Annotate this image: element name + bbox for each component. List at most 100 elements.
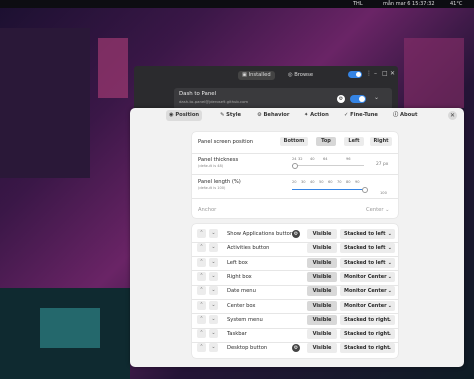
about-icon: ⓘ [393, 112, 400, 118]
element-position-dropdown[interactable]: Stacked to left ⌄ [340, 243, 395, 254]
chevron-down-icon: ⌄ [387, 245, 392, 252]
input-method-indicator[interactable]: THL [353, 1, 363, 7]
move-down-arrow-icon[interactable]: ⌄ [209, 343, 218, 353]
move-down-arrow-icon[interactable]: ⌄ [209, 229, 218, 238]
global-toggle[interactable] [348, 71, 362, 78]
element-position-dropdown[interactable]: Stacked to right ⌄ [340, 329, 395, 340]
element-name: Date menu [227, 288, 256, 295]
position-bottom-button[interactable]: Bottom [280, 137, 308, 146]
move-down-arrow-icon[interactable]: ⌄ [209, 300, 218, 310]
move-down-arrow-icon[interactable]: ⌄ [209, 286, 218, 296]
panel-element-row: ⌃ ⌄ System menu Visible Stacked to right ⌄ [192, 314, 398, 328]
panel-element-row: ⌃ ⌄ Right box Visible Monitor Center ⌄ [192, 271, 398, 285]
panel-element-row: ⌃ ⌄ Desktop button ⚙ Visible Stacked to right… [192, 342, 398, 356]
position-right-button[interactable]: Right [370, 137, 392, 146]
position-left-button[interactable]: Left [344, 137, 364, 146]
visibility-toggle[interactable]: Visible [307, 314, 337, 325]
tab-browse[interactable]: ◎ Browse [284, 71, 317, 80]
element-position-dropdown[interactable]: Monitor Center ⌄ [340, 271, 395, 282]
tab-style[interactable]: ✎ Style [217, 110, 244, 121]
panel-position-label: Panel screen position [198, 139, 254, 145]
move-up-arrow-icon[interactable]: ⌃ [197, 271, 206, 281]
element-position-dropdown[interactable]: Monitor Center ⌄ [340, 300, 395, 311]
visibility-toggle[interactable]: Visible [307, 243, 337, 254]
thickness-mark: 32 [298, 157, 303, 161]
visibility-toggle[interactable]: Visible [307, 300, 337, 311]
length-fill [292, 189, 364, 190]
element-position-dropdown[interactable]: Stacked to left ⌄ [340, 229, 395, 239]
close-icon[interactable]: ✕ [390, 70, 395, 77]
length-slider-handle[interactable] [362, 187, 368, 193]
move-down-arrow-icon[interactable]: ⌄ [209, 257, 218, 267]
thickness-slider-handle[interactable] [292, 163, 298, 169]
move-up-arrow-icon[interactable]: ⌃ [197, 243, 206, 253]
move-down-arrow-icon[interactable]: ⌄ [209, 271, 218, 281]
element-position-value: Stacked to left [344, 259, 386, 266]
anchor-dropdown[interactable]: Center ⌄ [366, 207, 389, 213]
length-mark: 50 [319, 180, 324, 184]
element-name: Desktop button [227, 345, 268, 352]
element-position-value: Stacked to right [344, 345, 390, 352]
move-up-arrow-icon[interactable]: ⌃ [197, 343, 206, 353]
thickness-mark: 64 [323, 157, 328, 161]
element-settings-gear-icon[interactable]: ⚙ [292, 344, 300, 353]
visibility-toggle[interactable]: Visible [307, 286, 337, 297]
visibility-toggle[interactable]: Visible [307, 329, 337, 340]
temperature-indicator[interactable]: 41°C [450, 1, 462, 7]
extension-enable-toggle[interactable] [350, 95, 366, 103]
element-position-dropdown[interactable]: Stacked to right ⌄ [340, 314, 395, 325]
tab-fine-tune[interactable]: ✓ Fine-Tune [341, 110, 381, 121]
tab-position-label: Position [175, 112, 200, 118]
thickness-default-note: (default is 48) [198, 164, 224, 168]
element-name: Right box [227, 273, 252, 280]
visibility-toggle[interactable]: Visible [307, 257, 337, 268]
extension-manager-window: ▣ Installed ◎ Browse ⋮ – □ ✕ Dash to Pan… [134, 66, 398, 110]
move-up-arrow-icon[interactable]: ⌃ [197, 257, 206, 267]
move-up-arrow-icon[interactable]: ⌃ [197, 229, 206, 238]
wallpaper-teal-glow [40, 308, 100, 348]
element-position-value: Stacked to left [344, 231, 386, 237]
visibility-toggle[interactable]: Visible [307, 229, 337, 239]
element-position-dropdown[interactable]: Stacked to right ⌄ [340, 343, 395, 354]
minimize-icon[interactable]: – [374, 70, 377, 77]
length-slider[interactable] [292, 189, 364, 190]
element-position-dropdown[interactable]: Monitor Center ⌄ [340, 286, 395, 297]
thickness-slider[interactable] [292, 165, 364, 166]
position-top-button[interactable]: Top [316, 137, 336, 146]
tab-position[interactable]: ◉ Position [166, 110, 203, 121]
chevron-down-icon: ⌄ [387, 273, 392, 280]
visibility-toggle[interactable]: Visible [307, 271, 337, 282]
move-up-arrow-icon[interactable]: ⌃ [197, 286, 206, 296]
thickness-mark: 24 [292, 157, 297, 161]
divider [192, 198, 398, 199]
maximize-icon[interactable]: □ [382, 70, 388, 77]
length-mark: 90 [355, 180, 360, 184]
tab-behavior[interactable]: ⚙ Behavior [254, 110, 292, 121]
clock[interactable]: mån mar 6 15:37:32 [383, 1, 435, 7]
extension-settings-gear-icon[interactable]: ⚙ [337, 95, 345, 103]
element-position-value: Stacked to left [344, 245, 386, 252]
length-mark: 20 [292, 180, 297, 184]
visibility-toggle[interactable]: Visible [307, 343, 337, 354]
thickness-label: Panel thickness [198, 157, 239, 163]
element-settings-gear-icon[interactable]: ⚙ [292, 230, 300, 238]
move-down-arrow-icon[interactable]: ⌄ [209, 314, 218, 324]
move-up-arrow-icon[interactable]: ⌃ [197, 300, 206, 310]
close-icon[interactable]: ✕ [448, 111, 457, 120]
thickness-value: 27 px [376, 162, 389, 167]
expand-chevron-icon[interactable]: ⌄ [374, 94, 379, 101]
tab-action[interactable]: ✦ Action [301, 110, 332, 121]
tab-installed[interactable]: ▣ Installed [238, 71, 275, 80]
move-up-arrow-icon[interactable]: ⌃ [197, 314, 206, 324]
extension-row[interactable]: Dash to Panel dash-to-panel@jderose9.git… [174, 88, 392, 110]
move-up-arrow-icon[interactable]: ⌃ [197, 329, 206, 339]
move-down-arrow-icon[interactable]: ⌄ [209, 243, 218, 253]
tab-about[interactable]: ⓘ About [390, 110, 420, 121]
element-position-value: Monitor Center [344, 302, 387, 309]
anchor-value: Center [366, 207, 384, 213]
element-position-dropdown[interactable]: Stacked to left ⌄ [340, 257, 395, 268]
menu-icon[interactable]: ⋮ [366, 70, 372, 77]
wallpaper-building [0, 28, 90, 178]
move-down-arrow-icon[interactable]: ⌄ [209, 329, 218, 339]
element-name: Taskbar [227, 331, 247, 338]
